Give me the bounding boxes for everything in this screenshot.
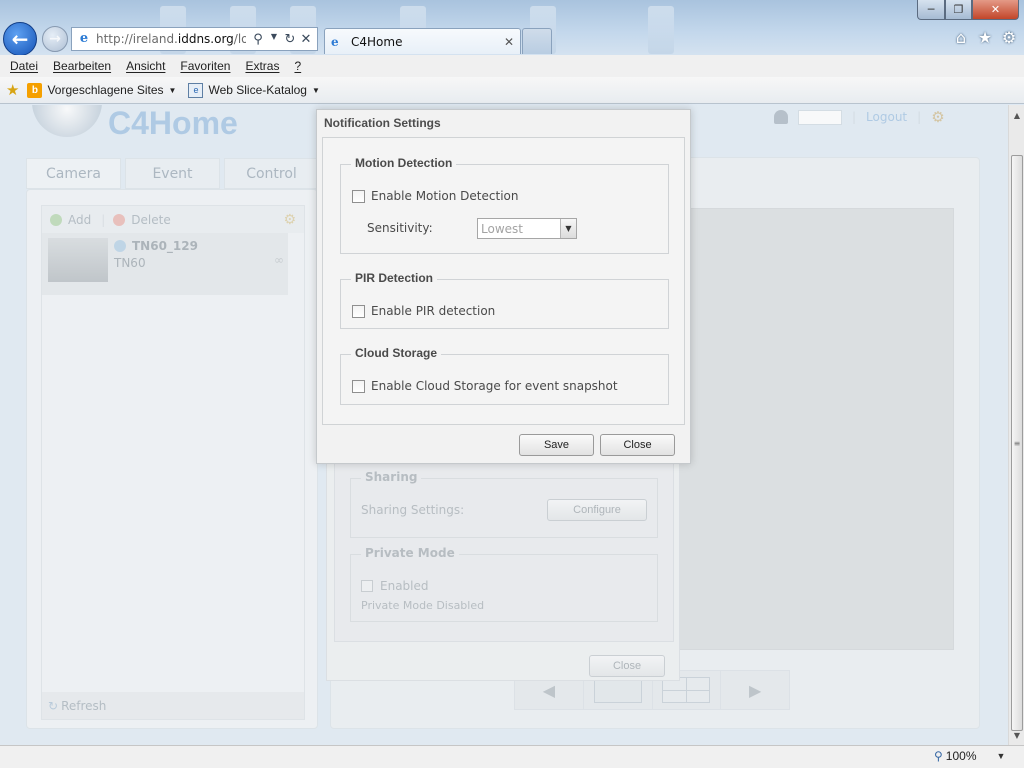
- pir-detection-legend: PIR Detection: [351, 271, 438, 285]
- stop-icon[interactable]: ✕: [298, 32, 314, 47]
- scroll-up-icon[interactable]: ▲: [1009, 107, 1024, 123]
- dialog-title: Notification Settings: [324, 116, 441, 130]
- forward-button[interactable]: →: [42, 26, 68, 52]
- dropdown-icon[interactable]: ▼: [266, 32, 282, 47]
- cloud-storage-option[interactable]: Enable Cloud Storage for event snapshot: [352, 379, 618, 393]
- cloud-storage-fieldset: Cloud Storage Enable Cloud Storage for e…: [340, 346, 669, 405]
- notification-settings-dialog: Notification Settings Motion Detection E…: [316, 109, 691, 464]
- status-bar: ⚲ 100% ▼: [0, 745, 1024, 768]
- refresh-icon[interactable]: ↻: [282, 32, 298, 47]
- arrow-left-icon: ←: [11, 27, 29, 51]
- back-button[interactable]: ←: [3, 22, 37, 56]
- menu-item-favoriten[interactable]: Favoriten: [180, 59, 230, 73]
- grip-icon: ≡: [1013, 438, 1021, 448]
- menu-item-datei[interactable]: Datei: [10, 59, 38, 73]
- save-button[interactable]: Save: [519, 434, 594, 456]
- motion-detection-fieldset: Motion Detection Enable Motion Detection…: [340, 156, 669, 254]
- vertical-scrollbar[interactable]: ▲ ≡ ▼: [1008, 105, 1024, 745]
- web-slice-button[interactable]: e Web Slice-Katalog ▼: [188, 82, 320, 98]
- browser-titlebar: ← → e http://ireland.iddns.org/login ⚲ ▼…: [0, 0, 1024, 56]
- maximize-button[interactable]: ❐: [945, 0, 972, 20]
- ie-favicon-icon: e: [331, 34, 339, 49]
- arrow-right-icon: →: [49, 31, 61, 47]
- pir-detection-fieldset: PIR Detection Enable PIR detection: [340, 271, 669, 329]
- motion-detection-option[interactable]: Enable Motion Detection: [352, 189, 518, 203]
- suggested-sites-button[interactable]: b Vorgeschlagene Sites ▼: [27, 82, 177, 98]
- chevron-down-icon: ▼: [311, 85, 320, 95]
- restore-icon: ❐: [953, 3, 964, 16]
- menu-item-extras[interactable]: Extras: [245, 59, 279, 73]
- zoom-level: 100%: [945, 749, 977, 763]
- menu-item-ansicht[interactable]: Ansicht: [126, 59, 165, 73]
- cloud-storage-legend: Cloud Storage: [351, 346, 442, 360]
- tab-title: C4Home: [351, 34, 403, 49]
- new-tab-button[interactable]: [522, 28, 552, 54]
- sensitivity-value: Lowest: [481, 221, 523, 236]
- menu-item-bearbeiten[interactable]: Bearbeiten: [53, 59, 111, 73]
- chevron-down-icon[interactable]: ▼: [560, 219, 576, 238]
- motion-detection-label: Enable Motion Detection: [371, 189, 519, 203]
- gear-icon[interactable]: ⚙: [1000, 28, 1018, 47]
- desktop-icon-ghost: [648, 6, 674, 54]
- pir-detection-option[interactable]: Enable PIR detection: [352, 304, 495, 318]
- scrollbar-thumb[interactable]: ≡: [1011, 155, 1023, 731]
- sensitivity-label: Sensitivity:: [367, 221, 433, 235]
- suggested-sites-label: Vorgeschlagene Sites: [47, 83, 164, 97]
- menu-bar: Datei Bearbeiten Ansicht Favoriten Extra…: [0, 55, 1024, 77]
- zoom-icon: ⚲: [934, 749, 943, 763]
- favorites-bar: ★ b Vorgeschlagene Sites ▼ e Web Slice-K…: [0, 77, 1024, 104]
- tab-c4home[interactable]: e C4Home ✕: [324, 28, 521, 54]
- web-slice-icon: e: [188, 82, 204, 98]
- address-url[interactable]: http://ireland.iddns.org/login: [96, 32, 246, 46]
- minimize-button[interactable]: ─: [917, 0, 945, 20]
- close-tab-icon[interactable]: ✕: [504, 35, 520, 49]
- cloud-storage-label: Enable Cloud Storage for event snapshot: [371, 379, 618, 393]
- home-icon[interactable]: ⌂: [952, 28, 970, 47]
- minimize-icon: ─: [927, 3, 935, 16]
- cloud-storage-checkbox[interactable]: [352, 379, 365, 393]
- chevron-down-icon: ▼: [168, 85, 177, 95]
- close-icon: ✕: [990, 3, 1001, 16]
- menu-item-help[interactable]: ?: [294, 59, 301, 73]
- zoom-control[interactable]: ⚲ 100% ▼: [934, 749, 1005, 763]
- pir-detection-checkbox[interactable]: [352, 304, 365, 318]
- close-button[interactable]: Close: [600, 434, 675, 456]
- motion-detection-legend: Motion Detection: [351, 156, 457, 170]
- pir-detection-label: Enable PIR detection: [371, 304, 496, 318]
- favorites-star-icon[interactable]: ★: [6, 81, 19, 99]
- suggested-sites-icon: b: [27, 82, 43, 98]
- search-icon[interactable]: ⚲: [250, 32, 266, 47]
- scroll-down-icon[interactable]: ▼: [1009, 727, 1024, 743]
- star-icon[interactable]: ★: [976, 28, 994, 47]
- ie-favicon-icon: e: [79, 31, 89, 46]
- dialog-body: Motion Detection Enable Motion Detection…: [322, 137, 685, 425]
- address-bar[interactable]: e http://ireland.iddns.org/login ⚲ ▼ ↻ ✕: [71, 27, 318, 51]
- sensitivity-select[interactable]: Lowest ▼: [477, 218, 577, 239]
- close-window-button[interactable]: ✕: [972, 0, 1019, 20]
- chevron-down-icon[interactable]: ▼: [997, 751, 1006, 761]
- web-slice-label: Web Slice-Katalog: [208, 83, 307, 97]
- motion-detection-checkbox[interactable]: [352, 189, 365, 203]
